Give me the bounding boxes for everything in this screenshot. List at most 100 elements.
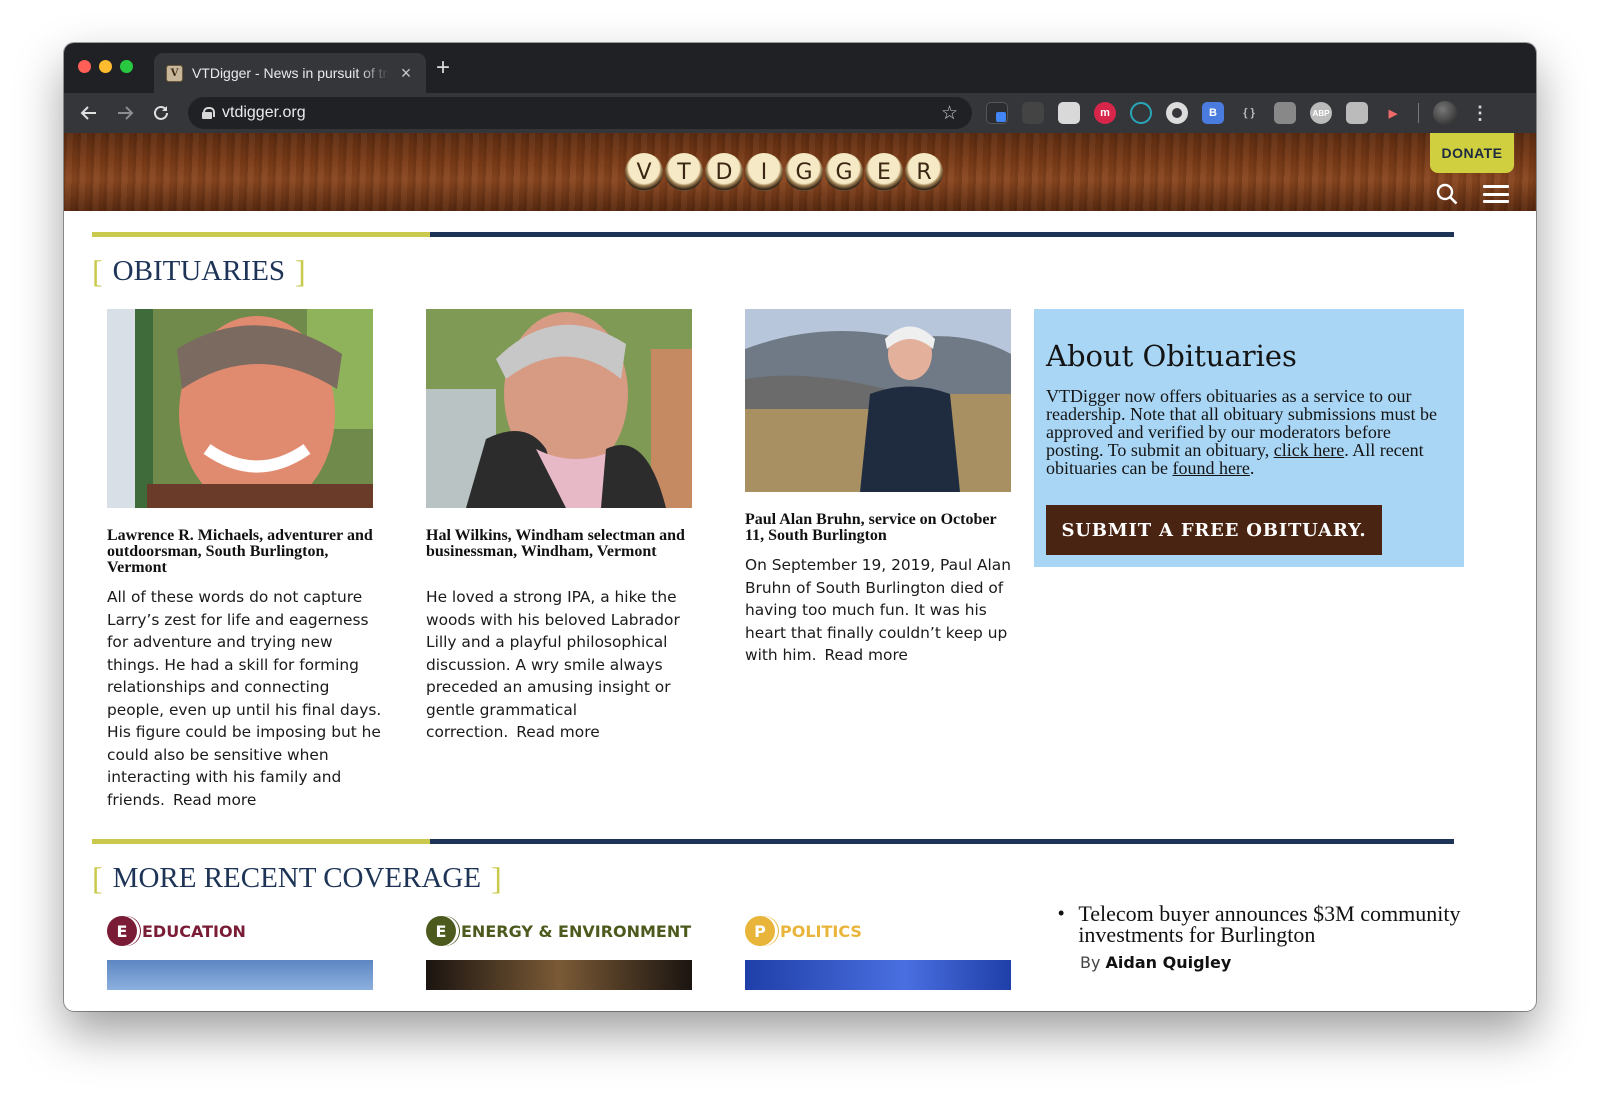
obituary-title-lawrence[interactable]: Lawrence R. Michaels, adventurer and out…	[107, 528, 377, 576]
donate-button[interactable]: DONATE	[1430, 133, 1514, 173]
section-divider	[92, 839, 1454, 844]
obituaries-heading: [ OBITUARIES ]	[92, 253, 306, 290]
logo-key: R	[905, 153, 943, 191]
site-header: V T D I G G E R DONATE	[64, 133, 1536, 211]
maximize-window-button[interactable]	[120, 60, 133, 73]
menu-line	[1483, 192, 1509, 196]
bracket-close: ]	[295, 253, 306, 289]
b-extension-icon[interactable]: B	[1202, 102, 1224, 124]
category-education[interactable]: E EDUCATION	[107, 916, 246, 946]
headline-link[interactable]: Telecom buyer announces $3M community in…	[1078, 903, 1478, 946]
new-tab-button[interactable]: +	[436, 55, 450, 81]
about-text: .	[1249, 458, 1255, 478]
bracket-close: ]	[491, 860, 502, 896]
obituary-title-hal[interactable]: Hal Wilkins, Windham selectman and busin…	[426, 528, 696, 560]
obituary-photo-paul[interactable]	[745, 309, 1011, 492]
about-obituaries-heading: About Obituaries	[1046, 339, 1297, 373]
code-extension-icon[interactable]: { }	[1238, 102, 1260, 124]
vtdigger-logo[interactable]: V T D I G G E R	[625, 153, 943, 191]
category-label: ENERGY & ENVIRONMENT	[461, 921, 692, 941]
logo-key: T	[665, 153, 703, 191]
recent-headlines: • Telecom buyer announces $3M community …	[1058, 903, 1478, 973]
obituaries-title: OBITUARIES	[112, 255, 286, 287]
politics-badge-icon: P	[745, 916, 775, 946]
bracket-open: [	[92, 860, 103, 896]
logo-key: I	[745, 153, 783, 191]
address-url: vtdigger.org	[222, 104, 306, 121]
read-more-link[interactable]: Read more	[516, 723, 599, 741]
recent-coverage-title: MORE RECENT COVERAGE	[112, 862, 482, 894]
category-label: POLITICS	[780, 921, 862, 941]
headline-byline: By Aidan Quigley	[1080, 953, 1478, 972]
browser-window: V VTDigger - News in pursuit of truth × …	[64, 43, 1536, 1011]
logo-key: G	[785, 153, 823, 191]
tab-bar: V VTDigger - News in pursuit of truth × …	[64, 43, 1536, 93]
submit-obituary-button[interactable]: SUBMIT A FREE OBITUARY.	[1046, 505, 1382, 555]
read-more-link[interactable]: Read more	[173, 791, 256, 809]
video-extension-icon[interactable]: ▶	[1382, 102, 1404, 124]
obituary-summary-lawrence: All of these words do not capture Larry’…	[107, 586, 387, 811]
menu-line	[1483, 185, 1509, 188]
education-thumbnail[interactable]	[107, 960, 373, 990]
tab-close-icon[interactable]: ×	[398, 63, 414, 84]
close-window-button[interactable]	[78, 60, 91, 73]
site-favicon-icon: V	[166, 64, 183, 82]
extensions-separator	[1418, 103, 1419, 123]
obituary-photo-hal[interactable]	[426, 309, 692, 508]
category-label: EDUCATION	[142, 921, 246, 941]
arrow-left-icon	[80, 106, 96, 120]
about-obituaries-text: VTDigger now offers obituaries as a serv…	[1046, 387, 1446, 477]
reload-button[interactable]	[148, 100, 174, 126]
hamburger-menu-icon[interactable]	[1483, 185, 1509, 203]
network-extension-icon[interactable]	[1130, 102, 1152, 124]
circle-extension-icon[interactable]	[1166, 102, 1188, 124]
recent-coverage-heading: [ MORE RECENT COVERAGE ]	[92, 860, 502, 897]
browser-tab[interactable]: V VTDigger - News in pursuit of truth ×	[154, 53, 426, 93]
logo-key: V	[625, 153, 663, 191]
obituary-summary-text: All of these words do not capture Larry’…	[107, 588, 382, 809]
bracket-open: [	[92, 253, 103, 289]
window-controls	[78, 60, 133, 73]
address-bar[interactable]: vtdigger.org ☆	[188, 97, 972, 129]
forward-button[interactable]	[112, 100, 138, 126]
pen-extension-icon[interactable]	[986, 102, 1008, 124]
byline-author[interactable]: Aidan Quigley	[1106, 953, 1232, 972]
obituary-photo-lawrence[interactable]	[107, 309, 373, 508]
extensions-bar: m B { } ABP ▶ ⋮	[986, 101, 1489, 125]
obituary-title-paul[interactable]: Paul Alan Bruhn, service on October 11, …	[745, 512, 1015, 544]
puzzle-extension-icon[interactable]	[1346, 102, 1368, 124]
browser-menu-icon[interactable]: ⋮	[1471, 103, 1489, 124]
lock-icon	[202, 107, 215, 119]
profile-avatar[interactable]	[1433, 101, 1457, 125]
logo-key: E	[865, 153, 903, 191]
arrow-right-icon	[118, 106, 134, 120]
adblock-extension-icon[interactable]: ABP	[1310, 102, 1332, 124]
education-badge-icon: E	[107, 916, 137, 946]
logo-key: G	[825, 153, 863, 191]
hubspot-extension-icon[interactable]	[1274, 102, 1296, 124]
bookmark-star-icon[interactable]: ☆	[941, 102, 958, 125]
section-divider	[92, 232, 1454, 237]
byline-prefix: By	[1080, 953, 1101, 972]
logo-key: D	[705, 153, 743, 191]
cast-extension-icon[interactable]	[1022, 102, 1044, 124]
found-here-link[interactable]: found here	[1172, 458, 1249, 478]
obituary-summary-hal: He loved a strong IPA, a hike the woods …	[426, 586, 706, 744]
click-here-link[interactable]: click here	[1274, 440, 1344, 460]
menu-line	[1483, 200, 1509, 203]
read-more-link[interactable]: Read more	[824, 646, 907, 664]
search-icon[interactable]	[1436, 183, 1458, 205]
category-politics[interactable]: P POLITICS	[745, 916, 862, 946]
m-extension-icon[interactable]: m	[1094, 102, 1116, 124]
energy-thumbnail[interactable]	[426, 960, 692, 990]
headline-item: • Telecom buyer announces $3M community …	[1058, 903, 1478, 946]
tab-title: VTDigger - News in pursuit of truth	[191, 65, 390, 81]
obituary-summary-paul: On September 19, 2019, Paul Alan Bruhn o…	[745, 554, 1025, 667]
politics-thumbnail[interactable]	[745, 960, 1011, 990]
reload-icon	[154, 105, 168, 120]
notes-extension-icon[interactable]	[1058, 102, 1080, 124]
about-obituaries-box: About Obituaries VTDigger now offers obi…	[1034, 309, 1464, 567]
back-button[interactable]	[76, 100, 102, 126]
minimize-window-button[interactable]	[99, 60, 112, 73]
category-energy-environment[interactable]: E ENERGY & ENVIRONMENT	[426, 916, 691, 946]
